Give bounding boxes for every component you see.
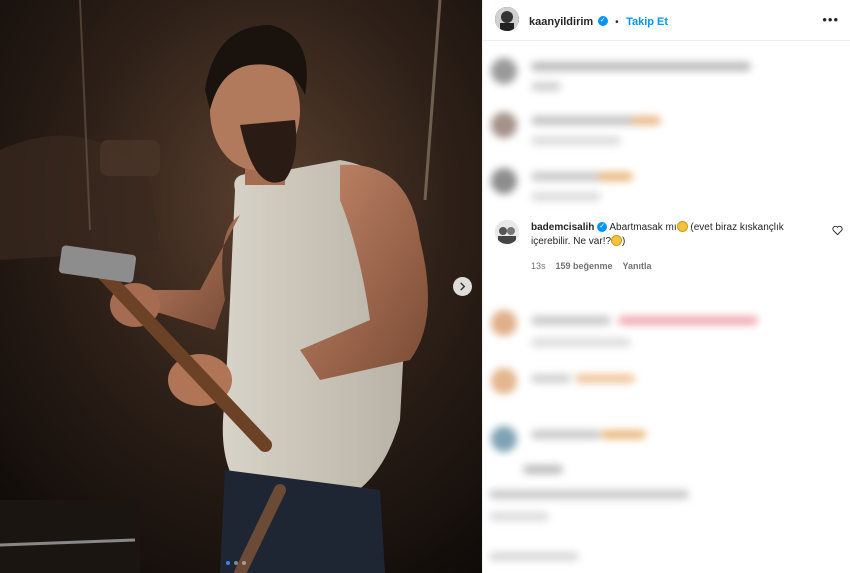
comment-time: 13s xyxy=(531,261,546,271)
post-photo-illustration xyxy=(0,0,482,573)
author-username[interactable]: kaanyildirim xyxy=(529,16,593,28)
comments-panel: kaanyildirim ✓ • Takip Et ••• bademcisal… xyxy=(482,0,850,573)
author-avatar[interactable] xyxy=(495,7,519,31)
blurred-comments-top xyxy=(483,50,850,210)
verified-badge-icon: ✓ xyxy=(597,15,608,26)
carousel-dot[interactable] xyxy=(242,561,246,565)
reply-button[interactable]: Yanıtla xyxy=(623,261,652,271)
carousel-dot[interactable] xyxy=(234,561,238,565)
comment-meta: 13s 159 beğenme Yanıtla xyxy=(531,261,652,271)
next-arrow-icon xyxy=(460,282,466,291)
next-slide-button[interactable] xyxy=(453,277,472,296)
more-options-icon[interactable]: ••• xyxy=(822,12,839,27)
comment-likes[interactable]: 159 beğenme xyxy=(556,261,613,271)
post-image[interactable] xyxy=(0,0,482,573)
post-header: kaanyildirim ✓ • Takip Et ••• xyxy=(483,0,850,41)
emoji-icon xyxy=(676,221,688,232)
emoji-icon xyxy=(611,235,623,246)
carousel-dot[interactable] xyxy=(226,561,230,565)
comment-body-part3: ) xyxy=(622,236,626,247)
commenter-avatar[interactable] xyxy=(495,220,519,244)
carousel-dots xyxy=(226,561,246,565)
comment-bademcisalih: bademcisalih ✓ Abartmasak mı (evet biraz… xyxy=(483,216,850,280)
commenter-username[interactable]: bademcisalih xyxy=(531,222,594,233)
comment-body-part1: Abartmasak mı xyxy=(609,222,677,233)
follow-button[interactable]: Takip Et xyxy=(626,16,668,28)
blurred-comments-bottom xyxy=(483,290,850,573)
heart-icon[interactable] xyxy=(832,225,843,236)
comment-text: bademcisalih ✓ Abartmasak mı (evet biraz… xyxy=(531,221,817,249)
verified-badge-icon: ✓ xyxy=(597,222,608,233)
header-separator: • xyxy=(615,17,619,28)
